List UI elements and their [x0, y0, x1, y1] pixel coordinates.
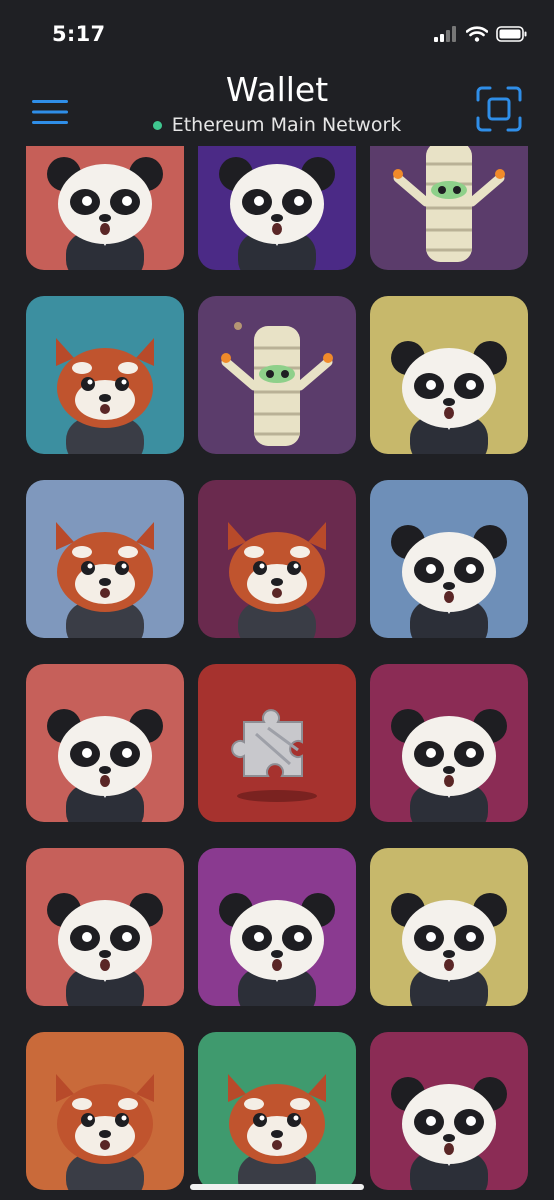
cellular-signal-icon	[434, 26, 456, 42]
collectible-card[interactable]	[26, 296, 184, 454]
red-panda-artwork-icon	[228, 522, 326, 638]
panda-artwork-icon	[219, 157, 335, 270]
scan-qr-icon[interactable]	[476, 86, 522, 132]
collectible-card[interactable]	[370, 480, 528, 638]
network-status-dot	[152, 120, 162, 130]
collectible-card[interactable]	[198, 480, 356, 638]
collectible-card[interactable]	[370, 146, 528, 270]
collectible-card[interactable]	[198, 1032, 356, 1190]
battery-icon	[496, 26, 527, 42]
mummy-artwork-icon	[393, 146, 505, 262]
mummy-artwork-icon	[221, 322, 333, 446]
red-panda-artwork-icon	[228, 1074, 326, 1190]
app-header: Wallet Ethereum Main Network	[0, 64, 554, 146]
status-icons	[434, 24, 528, 44]
page-title: Wallet	[225, 70, 329, 109]
collectible-card[interactable]	[198, 296, 356, 454]
status-bar: 5:17	[0, 0, 554, 64]
collectible-card[interactable]	[198, 848, 356, 1006]
collectibles-grid-viewport[interactable]	[0, 146, 554, 1200]
network-name: Ethereum Main Network	[171, 114, 402, 136]
collectible-card[interactable]	[26, 146, 184, 270]
wifi-icon	[466, 26, 488, 42]
panda-artwork-icon	[391, 893, 507, 1006]
collectible-card[interactable]	[26, 848, 184, 1006]
collectible-card[interactable]	[198, 664, 356, 822]
collectible-card[interactable]	[26, 1032, 184, 1190]
red-panda-artwork-icon	[56, 1074, 154, 1190]
collectible-card[interactable]	[26, 480, 184, 638]
collectible-card[interactable]	[198, 146, 356, 270]
collectible-card[interactable]	[370, 848, 528, 1006]
panda-artwork-icon	[391, 709, 507, 822]
panda-artwork-icon	[219, 893, 335, 1006]
network-selector[interactable]: Ethereum Main Network	[0, 114, 554, 136]
red-panda-artwork-icon	[56, 522, 154, 638]
collectible-card[interactable]	[370, 296, 528, 454]
home-indicator[interactable]	[190, 1184, 364, 1190]
panda-artwork-icon	[391, 341, 507, 454]
panda-artwork-icon	[47, 709, 163, 822]
red-panda-artwork-icon	[56, 338, 154, 454]
collectible-card[interactable]	[26, 664, 184, 822]
status-time: 5:17	[52, 22, 106, 46]
panda-artwork-icon	[47, 893, 163, 1006]
panda-artwork-icon	[391, 525, 507, 638]
puzzle-artwork-icon	[231, 709, 317, 802]
collectible-card[interactable]	[370, 1032, 528, 1190]
panda-artwork-icon	[391, 1077, 507, 1190]
collectible-card[interactable]	[370, 664, 528, 822]
panda-artwork-icon	[47, 157, 163, 270]
